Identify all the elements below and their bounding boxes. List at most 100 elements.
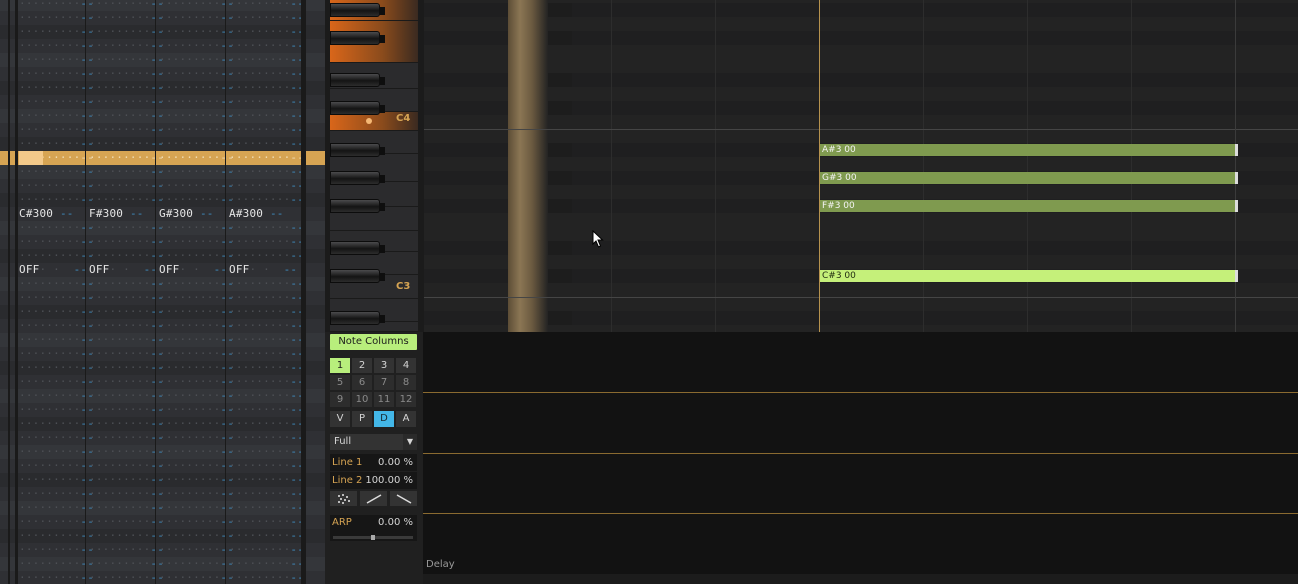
table-row[interactable]: ·········-- ·········-- ·········-- ·······… [0, 221, 325, 235]
pattern-cell[interactable]: ·········-- [89, 137, 164, 151]
pattern-cell[interactable]: ·········-- [19, 249, 94, 263]
arp-slider-handle[interactable] [371, 535, 375, 540]
pattern-cell[interactable]: ·········-- [89, 249, 164, 263]
table-row[interactable]: ·········-- ·········-- ·········-- ·······… [0, 459, 325, 473]
pattern-cell[interactable]: ·········-- [19, 25, 94, 39]
pattern-cell[interactable]: ·········-- [89, 193, 164, 207]
pattern-cell[interactable]: ·········-- [19, 333, 94, 347]
pattern-cell[interactable]: ·········-- [19, 515, 94, 529]
pattern-cell[interactable]: ·········-- [89, 501, 164, 515]
note-block[interactable]: G#3 00 [820, 172, 1238, 184]
note-column-button-2[interactable]: 2 [352, 358, 372, 373]
pattern-cell[interactable]: ·········-- [159, 53, 234, 67]
pattern-cell[interactable]: ·········-- [89, 179, 164, 193]
random-shape-button[interactable] [330, 491, 357, 506]
pattern-cell[interactable]: ·········-- [229, 11, 304, 25]
note-columns-button[interactable]: Note Columns [330, 334, 417, 350]
black-key[interactable] [330, 199, 385, 213]
pattern-cell[interactable]: ·········-- [89, 81, 164, 95]
pattern-cell[interactable]: ·········-- [159, 95, 234, 109]
pattern-cell[interactable]: ·········-- [229, 501, 304, 515]
table-row[interactable]: ·········-- ·········-- ·········-- ·······… [0, 375, 325, 389]
pattern-cell[interactable]: ·········-- [19, 235, 94, 249]
pattern-cell[interactable]: ·········-- [19, 95, 94, 109]
note-column-button-4[interactable]: 4 [396, 358, 416, 373]
pattern-cell[interactable]: ·········-- [229, 109, 304, 123]
pattern-cell[interactable]: ·········-- [159, 165, 234, 179]
table-row[interactable]: ·········-- ·········-- ·········-- ·······… [0, 67, 325, 81]
pattern-cell[interactable]: ·········-- [19, 487, 94, 501]
pattern-cell[interactable]: ·········-- [89, 291, 164, 305]
pattern-cell[interactable]: ·········-- [19, 557, 94, 571]
ramp-up-button[interactable] [360, 491, 387, 506]
pattern-cell[interactable]: ·········-- [159, 109, 234, 123]
table-row[interactable]: ·········-- ·········-- ·········-- ·······… [0, 123, 325, 137]
note-column-button-5[interactable]: 5 [330, 375, 350, 390]
black-key[interactable] [330, 101, 385, 115]
pattern-cell[interactable]: ·········-- [89, 375, 164, 389]
pattern-cell[interactable]: ·········-- [159, 11, 234, 25]
pattern-cell[interactable]: ·········-- [229, 333, 304, 347]
pattern-cell[interactable]: ·········-- [159, 193, 234, 207]
pattern-cell[interactable]: ·········-- [89, 0, 164, 11]
table-row[interactable]: ·········-- ·········-- ·········-- ·······… [0, 151, 325, 165]
mode-button-v[interactable]: V [330, 411, 350, 427]
pattern-cell[interactable]: ·········-- [159, 445, 234, 459]
pattern-cell[interactable]: ·········-- [19, 403, 94, 417]
pattern-cell[interactable]: ·········-- [159, 487, 234, 501]
table-row[interactable]: ·········-- ·········-- ·········-- ·······… [0, 333, 325, 347]
pattern-cell[interactable]: ·········-- [229, 81, 304, 95]
pattern-cell[interactable]: ·········-- [89, 109, 164, 123]
pattern-cell[interactable]: ·········-- [19, 67, 94, 81]
pattern-cell[interactable]: ·········-- [229, 53, 304, 67]
pattern-cell[interactable]: ·········-- [159, 431, 234, 445]
pattern-cell[interactable]: ·········-- [89, 305, 164, 319]
pattern-cell[interactable]: ·········-- [89, 39, 164, 53]
pattern-cell[interactable]: ·········-- [19, 473, 94, 487]
pattern-cell[interactable]: OFF· · -- [19, 263, 89, 277]
table-row[interactable]: ·········-- ·········-- ·········-- ·······… [0, 431, 325, 445]
pattern-cell[interactable]: ·········-- [89, 165, 164, 179]
pattern-cell[interactable]: ·········-- [229, 39, 304, 53]
pattern-cell[interactable]: ·········-- [229, 347, 304, 361]
pattern-cell[interactable]: ·········-- [19, 109, 94, 123]
pattern-cell[interactable]: ·········-- [159, 137, 234, 151]
pattern-cell[interactable]: ·········-- [89, 11, 164, 25]
table-row[interactable]: ·········-- ·········-- ·········-- ·······… [0, 277, 325, 291]
table-row[interactable]: ·········-- ·········-- ·········-- ·······… [0, 235, 325, 249]
pattern-cell[interactable]: ·········-- [19, 277, 94, 291]
pattern-cell[interactable]: ·········-- [19, 459, 94, 473]
line1-value[interactable]: 0.00 % [378, 454, 413, 471]
pattern-cell[interactable]: ·········-- [159, 151, 234, 165]
table-row[interactable]: ·········-- ·········-- ·········-- ·······… [0, 571, 325, 584]
pattern-cell[interactable]: ·········-- [229, 543, 304, 557]
pattern-cell[interactable]: ·········-- [229, 445, 304, 459]
pattern-cell[interactable]: ·········-- [159, 25, 234, 39]
pattern-cell[interactable]: ·········-- [89, 221, 164, 235]
table-row[interactable]: ·········-- ·········-- ·········-- ·······… [0, 95, 325, 109]
table-row[interactable]: ·········-- ·········-- ·········-- ·······… [0, 473, 325, 487]
table-row[interactable]: ·········-- ·········-- ·········-- ·······… [0, 557, 325, 571]
pattern-cell[interactable]: ·········-- [89, 53, 164, 67]
pattern-cell[interactable]: ·········-- [229, 67, 304, 81]
table-row[interactable]: ·········-- ·········-- ·········-- ·······… [0, 403, 325, 417]
pattern-cell[interactable]: ·········-- [19, 501, 94, 515]
table-row[interactable]: ·········-- ·········-- ·········-- ·······… [0, 543, 325, 557]
pattern-cell[interactable]: ·········-- [89, 361, 164, 375]
pattern-cell[interactable]: ·········-- [89, 571, 164, 584]
pattern-cell[interactable]: ·········-- [229, 95, 304, 109]
pattern-cell[interactable]: ·········-- [19, 347, 94, 361]
note-column-button-7[interactable]: 7 [374, 375, 394, 390]
pattern-cell[interactable]: ·········-- [19, 123, 94, 137]
black-key[interactable] [330, 269, 385, 283]
table-row[interactable]: ·········-- ·········-- ·········-- ·······… [0, 361, 325, 375]
pattern-cell[interactable]: ·········-- [89, 417, 164, 431]
note-block[interactable]: A#3 00 [820, 144, 1238, 156]
pattern-cell[interactable]: ·········-- [159, 0, 234, 11]
pattern-cell[interactable]: ·········-- [159, 67, 234, 81]
pattern-cell[interactable]: ·········-- [19, 39, 94, 53]
automation-lane[interactable]: Delay [423, 332, 1298, 584]
mode-button-p[interactable]: P [352, 411, 372, 427]
black-key[interactable] [330, 143, 385, 157]
table-row[interactable]: ·········-- ·········-- ·········-- ·······… [0, 389, 325, 403]
